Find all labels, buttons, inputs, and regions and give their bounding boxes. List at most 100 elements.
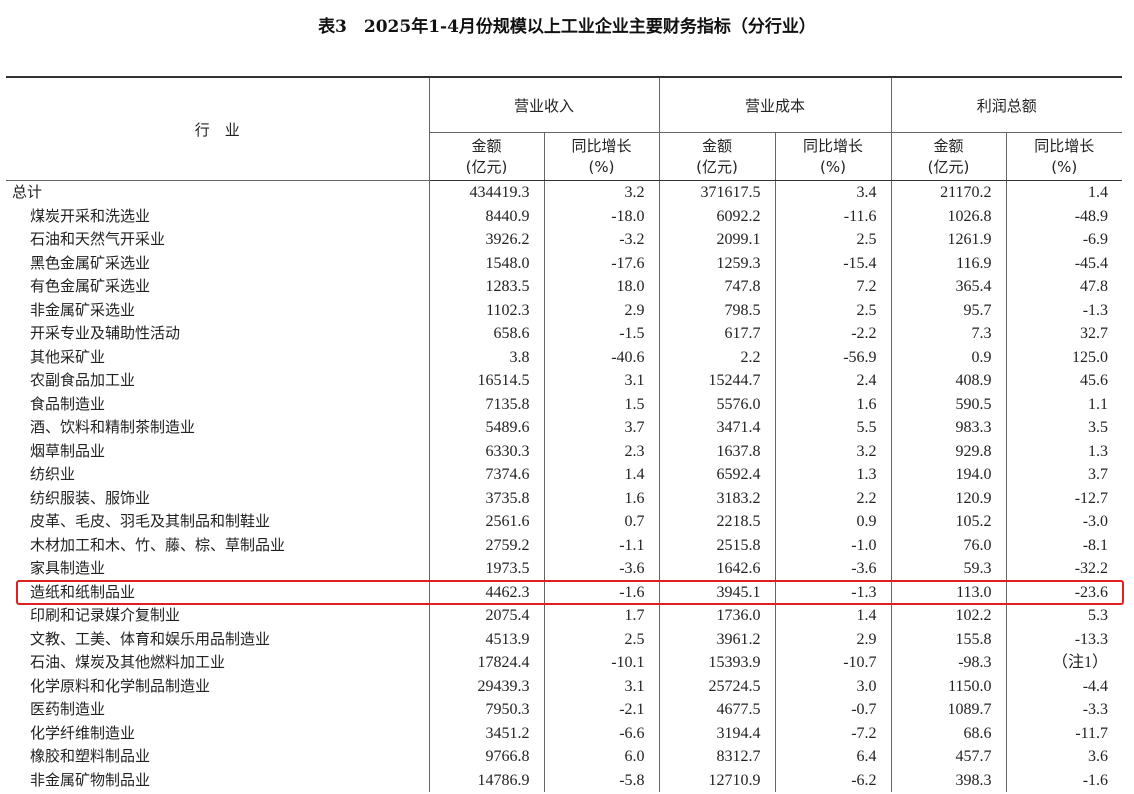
table-cell: -40.6 <box>543 345 660 369</box>
table-cell: 0.9 <box>890 345 1007 369</box>
table-cell: -0.7 <box>774 698 892 722</box>
table-row: 食品制造业 7135.8 1.5 5576.0 1.6 590.5 1.1 <box>6 392 1123 416</box>
table-cell: 3.1 <box>543 369 660 393</box>
table-cell: 2.4 <box>774 369 892 393</box>
table-cell: 3.5 <box>1005 416 1123 440</box>
table-cell: -1.3 <box>774 580 892 604</box>
table-cell: 1.5 <box>543 392 660 416</box>
table-cell: 1642.6 <box>658 557 776 581</box>
table-row: 文教、工美、体育和娱乐用品制造业 4513.9 2.5 3961.2 2.9 155.8-… <box>6 627 1123 651</box>
industry-name: 石油、煤炭及其他燃料加工业 <box>30 653 226 671</box>
subheader-growth-line: (%) <box>588 157 615 176</box>
table-cell: 16514.5 <box>428 369 544 393</box>
industry-name: 有色金属矿采选业 <box>30 277 151 295</box>
table-cell: -6.6 <box>543 721 660 745</box>
table-row: 有色金属矿采选业 1283.5 18.0 747.8 7.2 365.4 47.8 <box>6 275 1123 299</box>
table-row: 造纸和纸制品业 4462.3 -1.6 3945.1 -1.3 113.0 -23.6 <box>6 580 1123 604</box>
table-cell: 3.6 <box>1005 745 1123 769</box>
subheader-amount-line: 金额 <box>702 136 733 155</box>
table-cell: 4513.9 <box>428 627 544 651</box>
industry-name: 造纸和纸制品业 <box>30 582 136 601</box>
table-cell: 45.6 <box>1005 369 1123 393</box>
table-cell: -3.0 <box>1005 510 1123 534</box>
table-cell: 5.3 <box>1005 604 1123 628</box>
table-cell: -1.3 <box>1005 298 1123 322</box>
table-cell: 32.7 <box>1005 322 1123 346</box>
table-cell: 6092.2 <box>658 204 776 228</box>
table-cell: -4.4 <box>1005 674 1123 698</box>
table-row: 印刷和记录媒介复制业 2075.4 1.7 1736.0 1.4 102.2 5.3 <box>6 604 1123 628</box>
table-cell: 1.4 <box>774 604 892 628</box>
table-cell: 1089.7 <box>890 698 1007 722</box>
table-cell: 7135.8 <box>428 392 544 416</box>
table-cell: 6330.3 <box>428 439 544 463</box>
table-row: 其他采矿业 3.8 -40.6 2.2 -56.9 0.9 125.0 <box>6 345 1123 369</box>
subheader-growth-line: 同比增长 <box>803 136 864 155</box>
table-cell: 3.7 <box>543 416 660 440</box>
industry-name: 化学原料和化学制品制造业 <box>30 676 211 695</box>
subheader-growth: 同比增长 (%) <box>1005 132 1123 181</box>
table-cell: -1.5 <box>543 322 660 346</box>
table-cell: -8.1 <box>1005 533 1123 557</box>
industry-name: 黑色金属矿采选业 <box>30 253 151 272</box>
table-cell: 2515.8 <box>658 533 776 557</box>
table-cell: 2.9 <box>774 627 892 651</box>
table-cell: 1.6 <box>543 486 660 510</box>
table-cell: -23.6 <box>1005 580 1123 604</box>
subheader-growth-line: (%) <box>1051 157 1078 176</box>
subheader-amount-line: 金额 <box>471 136 502 155</box>
table-cell: 25724.5 <box>658 674 776 698</box>
industry-name: 非金属矿物制品业 <box>30 770 151 789</box>
subheader-amount-line: 金额 <box>933 136 964 155</box>
group-header-cost: 营业成本 <box>658 76 892 133</box>
table-cell: -2.2 <box>774 322 892 346</box>
table-cell: 47.8 <box>1005 275 1123 299</box>
table-cell: 8312.7 <box>658 745 776 769</box>
table-cell: 3.2 <box>774 439 892 463</box>
table-cell: 3.0 <box>774 674 892 698</box>
table-cell: 1.3 <box>774 463 892 487</box>
table-cell: 457.7 <box>890 745 1007 769</box>
table-cell: 6592.4 <box>658 463 776 487</box>
table-cell: 3.2 <box>543 180 660 205</box>
table-cell: 8440.9 <box>428 204 544 228</box>
table-cell: 0.9 <box>774 510 892 534</box>
table-cell: 590.5 <box>890 392 1007 416</box>
table-cell: 3.7 <box>1005 463 1123 487</box>
table-cell: 15393.9 <box>658 651 776 675</box>
industry-name: 煤炭开采和洗选业 <box>30 206 151 225</box>
table-cell: 105.2 <box>890 510 1007 534</box>
industry-name: 食品制造业 <box>30 394 106 413</box>
table-cell: 1261.9 <box>890 228 1007 252</box>
table-cell: 3471.4 <box>658 416 776 440</box>
subheader-growth-line: 同比增长 <box>571 136 632 155</box>
table-cell: 929.8 <box>890 439 1007 463</box>
table-cell: 1283.5 <box>428 275 544 299</box>
table-cell: 4677.5 <box>658 698 776 722</box>
table-cell: -3.3 <box>1005 698 1123 722</box>
table-cell: 2.5 <box>543 627 660 651</box>
table-cell: -45.4 <box>1005 251 1123 275</box>
industry-name: 文教、工美、体育和娱乐用品制造业 <box>30 629 271 648</box>
table-cell: 2.3 <box>543 439 660 463</box>
table-cell: 2.5 <box>774 298 892 322</box>
table-cell: 68.6 <box>890 721 1007 745</box>
table-cell: -10.7 <box>774 651 892 675</box>
table-cell: -98.3 <box>890 651 1007 675</box>
table-cell: 2.2 <box>774 486 892 510</box>
table-row: 石油、煤炭及其他燃料加工业 17824.4 -10.1 15393.9 -10.7 -98… <box>6 651 1123 675</box>
industry-name: 开采专业及辅助性活动 <box>30 324 181 342</box>
table-cell: 1026.8 <box>890 204 1007 228</box>
table-cell: 4462.3 <box>428 580 544 604</box>
table-cell: 371617.5 <box>658 180 776 205</box>
table-cell: 2561.6 <box>428 510 544 534</box>
table-cell: 14786.9 <box>428 768 544 792</box>
table-cell: 1.4 <box>543 463 660 487</box>
table-cell: 1259.3 <box>658 251 776 275</box>
table-cell: 113.0 <box>890 580 1007 604</box>
table-cell: 7950.3 <box>428 698 544 722</box>
table-cell: 747.8 <box>658 275 776 299</box>
table-cell: 617.7 <box>658 322 776 346</box>
table-row: 非金属矿物制品业 14786.9 -5.8 12710.9 -6.2 398.3 -1.6 <box>6 768 1123 792</box>
table-cell: 1150.0 <box>890 674 1007 698</box>
